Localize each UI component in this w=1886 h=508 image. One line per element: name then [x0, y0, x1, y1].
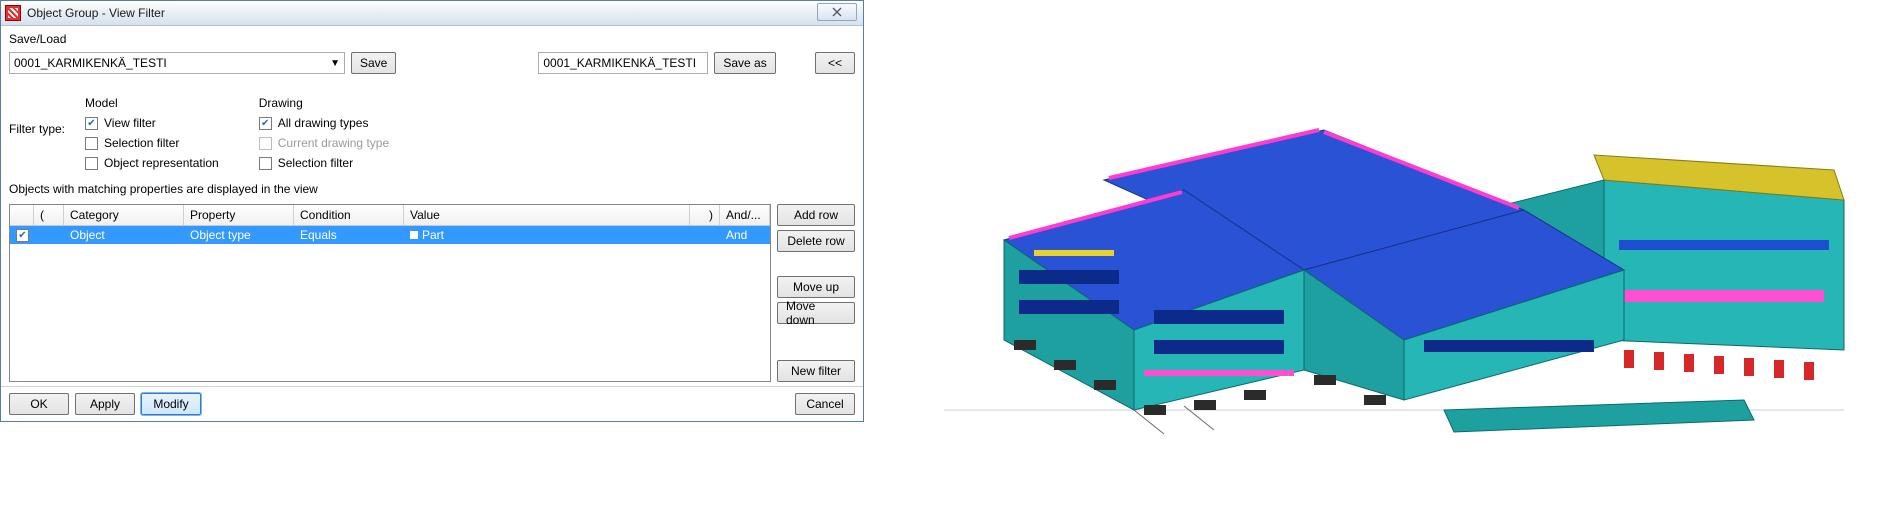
view-filter-label: View filter — [104, 116, 156, 130]
view-filter-dialog: Object Group - View Filter Save/Load 000… — [0, 0, 864, 422]
building-model-icon — [884, 40, 1884, 480]
side-buttons: Add row Delete row Move up Move down New… — [777, 204, 855, 382]
object-representation-checkbox[interactable]: Object representation — [85, 156, 219, 170]
drawing-selection-filter-checkbox[interactable]: Selection filter — [259, 156, 389, 170]
header-category[interactable]: Category — [64, 205, 184, 225]
chevron-down-icon: ▼ — [330, 58, 340, 69]
object-representation-label: Object representation — [104, 156, 219, 170]
main-area: ( Category Property Condition Value ) An… — [9, 204, 855, 382]
checkbox-icon — [259, 157, 272, 170]
modify-button[interactable]: Modify — [141, 393, 201, 415]
row-condition: Equals — [294, 227, 404, 243]
current-drawing-label: Current drawing type — [278, 136, 389, 150]
table-row[interactable]: ✔ Object Object type Equals Part And — [10, 226, 770, 244]
all-drawing-label: All drawing types — [278, 116, 369, 130]
saveload-label: Save/Load — [9, 32, 855, 46]
drawing-selection-filter-label: Selection filter — [278, 156, 353, 170]
titlebar: Object Group - View Filter — [1, 1, 863, 26]
saveas-button[interactable]: Save as — [714, 52, 775, 74]
row-value: Part — [422, 228, 444, 242]
header-condition[interactable]: Condition — [294, 205, 404, 225]
header-checkbox-col — [10, 205, 34, 225]
value-type-icon — [410, 231, 418, 239]
current-drawing-checkbox: Current drawing type — [259, 136, 389, 150]
row-andor: And — [720, 227, 770, 243]
header-paren-close[interactable]: ) — [690, 205, 720, 225]
close-icon — [832, 7, 842, 17]
row-category: Object — [64, 227, 184, 243]
cancel-button[interactable]: Cancel — [795, 393, 855, 415]
ok-button[interactable]: OK — [9, 393, 69, 415]
checkbox-checked-icon: ✔ — [85, 117, 98, 130]
saveas-name-input[interactable]: 0001_KARMIKENKÄ_TESTI — [538, 52, 708, 74]
checkbox-checked-icon: ✔ — [259, 117, 272, 130]
all-drawing-checkbox[interactable]: ✔ All drawing types — [259, 116, 389, 130]
row-paren-close — [690, 234, 720, 236]
dialog-body: Save/Load 0001_KARMIKENKÄ_TESTI ▼ Save 0… — [1, 26, 863, 386]
selection-filter-label: Selection filter — [104, 136, 179, 150]
preset-value: 0001_KARMIKENKÄ_TESTI — [14, 56, 167, 70]
checkbox-icon — [85, 157, 98, 170]
table-header: ( Category Property Condition Value ) An… — [10, 205, 770, 226]
checkbox-disabled-icon — [259, 137, 272, 150]
move-up-button[interactable]: Move up — [777, 276, 855, 298]
row-checkbox-checked-icon: ✔ — [16, 229, 29, 242]
description-text: Objects with matching properties are dis… — [9, 182, 855, 196]
header-value[interactable]: Value — [404, 205, 690, 225]
filter-type-label: Filter type: — [9, 122, 79, 136]
collapse-button[interactable]: << — [815, 52, 855, 74]
row-value-cell: Part — [404, 227, 690, 243]
header-property[interactable]: Property — [184, 205, 294, 225]
saveas-name-value: 0001_KARMIKENKÄ_TESTI — [543, 56, 696, 70]
drawing-column: Drawing ✔ All drawing types Current draw… — [259, 96, 389, 170]
app-icon — [5, 5, 21, 21]
header-paren-open[interactable]: ( — [34, 205, 64, 225]
row-checkbox-cell[interactable]: ✔ — [10, 228, 34, 243]
filter-type-row: Filter type: Model ✔ View filter Selecti… — [9, 88, 855, 170]
apply-button[interactable]: Apply — [75, 393, 135, 415]
rules-table: ( Category Property Condition Value ) An… — [9, 204, 771, 382]
row-paren-open — [34, 234, 64, 236]
row-property: Object type — [184, 227, 294, 243]
preset-dropdown[interactable]: 0001_KARMIKENKÄ_TESTI ▼ — [9, 52, 345, 74]
view-filter-checkbox[interactable]: ✔ View filter — [85, 116, 219, 130]
new-filter-button[interactable]: New filter — [777, 360, 855, 382]
header-andor[interactable]: And/... — [720, 205, 770, 225]
selection-filter-checkbox[interactable]: Selection filter — [85, 136, 219, 150]
delete-row-button[interactable]: Delete row — [777, 230, 855, 252]
model-heading: Model — [85, 96, 219, 110]
add-row-button[interactable]: Add row — [777, 204, 855, 226]
window-title: Object Group - View Filter — [27, 6, 165, 20]
saveload-row: 0001_KARMIKENKÄ_TESTI ▼ Save 0001_KARMIK… — [9, 52, 855, 74]
model-column: Model ✔ View filter Selection filter Obj… — [85, 96, 219, 170]
checkbox-icon — [85, 137, 98, 150]
save-button[interactable]: Save — [351, 52, 396, 74]
close-button[interactable] — [817, 3, 857, 21]
model-3d-view[interactable] — [864, 0, 1886, 508]
dialog-footer: OK Apply Modify Cancel — [1, 386, 863, 421]
drawing-heading: Drawing — [259, 96, 389, 110]
move-down-button[interactable]: Move down — [777, 302, 855, 324]
